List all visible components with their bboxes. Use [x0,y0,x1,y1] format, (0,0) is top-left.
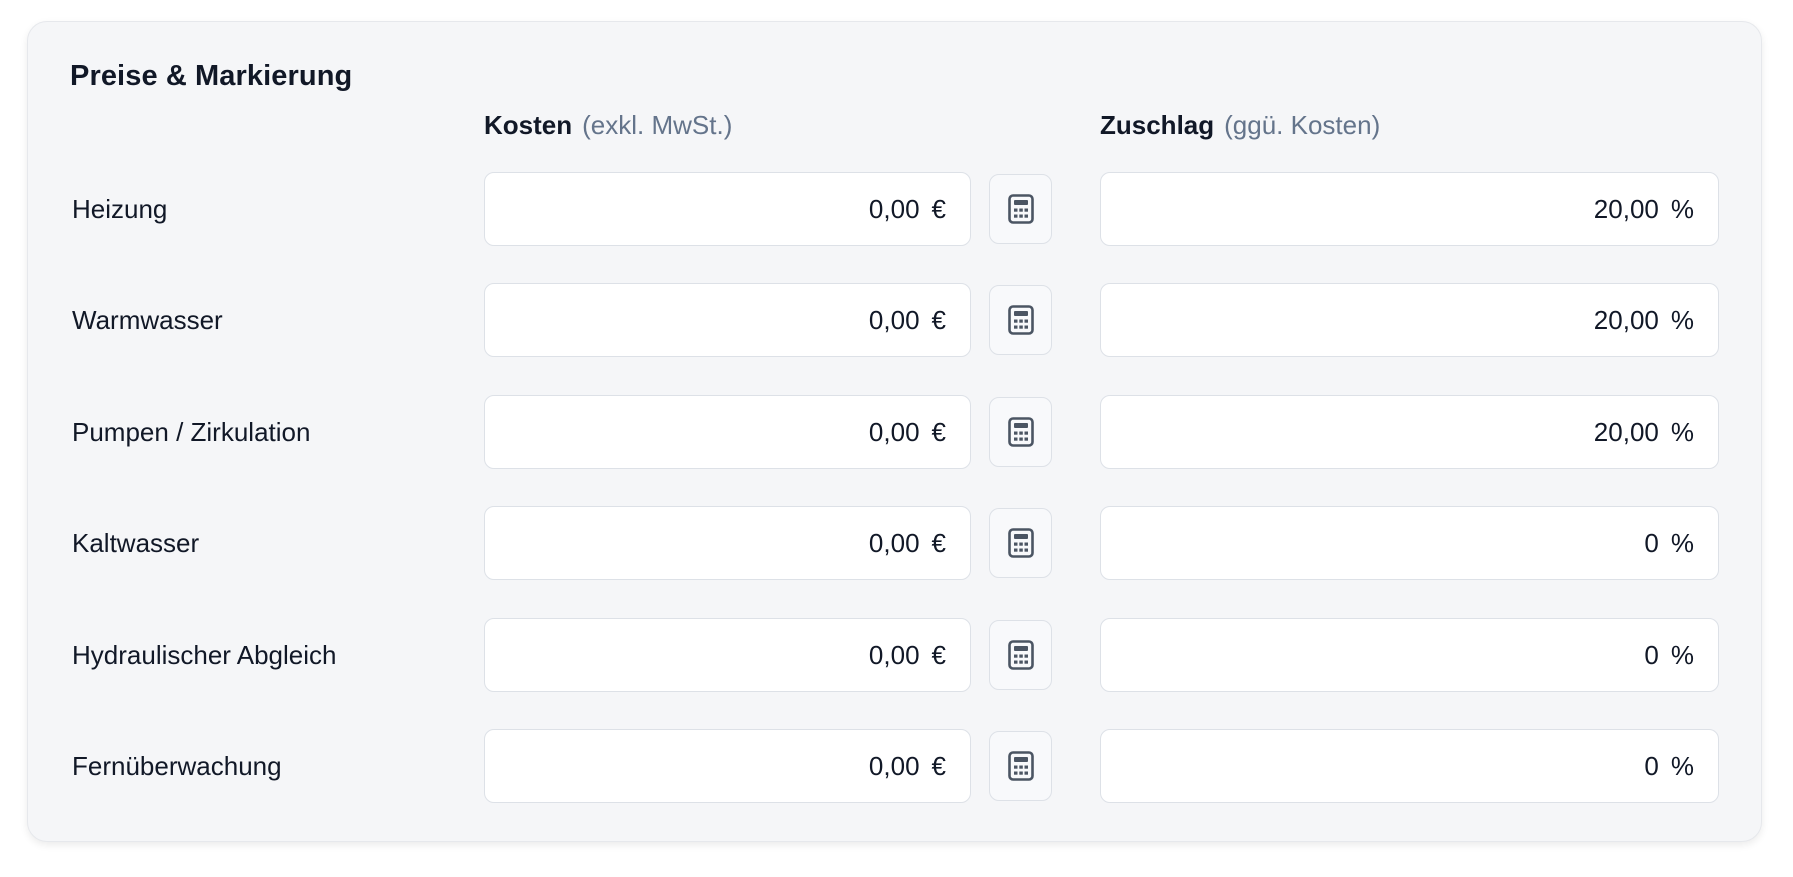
row-label: Kaltwasser [72,528,200,558]
cost-unit: € [931,750,946,781]
cost-value: 0,00 [868,416,920,447]
markup-value: 0 [1644,527,1659,558]
price-row-warmwasser: Warmwasser 0,00 € 20,00% [28,283,1761,357]
pricing-card: Preise & Markierung Kosten (exkl. MwSt.) … [27,21,1762,842]
cost-unit: € [931,527,946,558]
markup-value: 20,00 [1593,416,1659,447]
cost-input[interactable]: 0,00 € [484,618,971,692]
calculator-button[interactable] [989,620,1052,690]
markup-column-header: Zuschlag (ggü. Kosten) [1100,110,1380,141]
cost-input[interactable]: 0,00 € [484,395,971,469]
markup-input[interactable]: 0% [1100,618,1719,692]
calculator-button[interactable] [989,285,1052,355]
markup-value: 20,00 [1593,304,1659,335]
markup-unit: % [1670,527,1694,558]
price-row-kaltwasser: Kaltwasser 0,00 € 0% [28,506,1761,580]
markup-column-label: Zuschlag [1100,110,1215,140]
row-label: Warmwasser [72,305,223,335]
calculator-button[interactable] [989,731,1052,801]
markup-unit: % [1670,193,1694,224]
cost-value: 0,00 [868,527,920,558]
markup-input[interactable]: 0% [1100,506,1719,580]
cost-input[interactable]: 0,00 € [484,506,971,580]
row-label: Heizung [72,194,168,224]
price-row-pumpen-zirkulation: Pumpen / Zirkulation 0,00 € 20,00% [28,395,1761,469]
cost-value: 0,00 [868,193,920,224]
calculator-icon [1007,305,1034,335]
row-label: Hydraulischer Abgleich [72,640,337,670]
cost-value: 0,00 [868,639,920,670]
row-label: Fernüberwachung [72,751,282,781]
section-title: Preise & Markierung [70,60,353,92]
cost-unit: € [931,304,946,335]
cost-input[interactable]: 0,00 € [484,729,971,803]
markup-value: 0 [1644,639,1659,670]
markup-value: 20,00 [1593,193,1659,224]
markup-input[interactable]: 0% [1100,729,1719,803]
markup-unit: % [1670,304,1694,335]
calculator-button[interactable] [989,397,1052,467]
price-row-hydraulischer-abgleich: Hydraulischer Abgleich 0,00 € 0% [28,618,1761,692]
markup-column-hint: (ggü. Kosten) [1224,110,1381,140]
cost-column-hint: (exkl. MwSt.) [582,110,733,140]
cost-value: 0,00 [868,750,920,781]
markup-input[interactable]: 20,00% [1100,283,1719,357]
cost-unit: € [931,416,946,447]
markup-unit: % [1670,750,1694,781]
markup-input[interactable]: 20,00% [1100,395,1719,469]
row-label: Pumpen / Zirkulation [72,417,311,447]
cost-unit: € [931,193,946,224]
calculator-icon [1007,528,1034,558]
calculator-button[interactable] [989,174,1052,244]
price-row-heizung: Heizung 0,00 € 20,00% [28,172,1761,246]
calculator-icon [1007,751,1034,781]
markup-input[interactable]: 20,00% [1100,172,1719,246]
markup-value: 0 [1644,750,1659,781]
calculator-icon [1007,640,1034,670]
calculator-button[interactable] [989,508,1052,578]
cost-input[interactable]: 0,00 € [484,283,971,357]
markup-unit: % [1670,639,1694,670]
cost-unit: € [931,639,946,670]
cost-value: 0,00 [868,304,920,335]
calculator-icon [1007,417,1034,447]
cost-column-header: Kosten (exkl. MwSt.) [484,110,732,141]
price-row-fernueberwachung: Fernüberwachung 0,00 € 0% [28,729,1761,803]
markup-unit: % [1670,416,1694,447]
calculator-icon [1007,194,1034,224]
cost-input[interactable]: 0,00 € [484,172,971,246]
cost-column-label: Kosten [484,110,573,140]
